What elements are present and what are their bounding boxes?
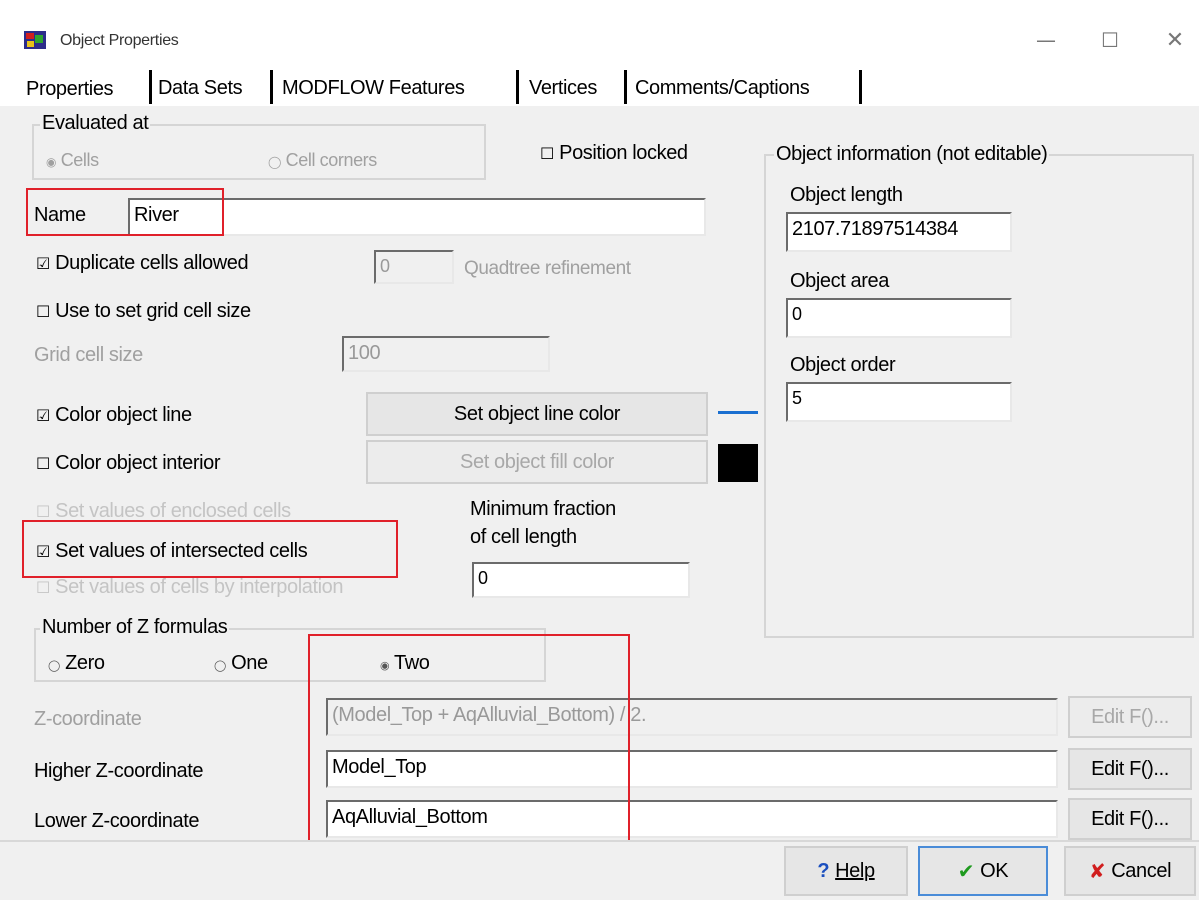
checkbox-unchecked-icon: ☐	[36, 502, 50, 521]
color-interior-checkbox[interactable]: ☐ Color object interior	[36, 452, 221, 475]
ok-label: OK	[980, 859, 1009, 882]
evaluated-at-title: Evaluated at	[40, 112, 151, 135]
close-button[interactable]: ✕	[1145, 22, 1199, 58]
highlight-box-intersected	[22, 520, 398, 578]
tab-divider	[624, 70, 627, 104]
radio-zero[interactable]: ◯ Zero	[48, 652, 105, 675]
position-locked-checkbox[interactable]: ☐ Position locked	[540, 142, 688, 165]
grid-cell-size-input[interactable]: 100	[342, 336, 550, 372]
object-area-label: Object area	[790, 270, 889, 292]
tab-divider	[859, 70, 862, 104]
radio-selected-icon: ◉	[46, 155, 57, 169]
lower-z-label: Lower Z-coordinate	[34, 810, 200, 832]
help-button[interactable]: ? Help	[784, 846, 908, 896]
grid-cell-size-label: Grid cell size	[34, 344, 143, 366]
tab-comments-captions[interactable]: Comments/Captions	[635, 70, 857, 106]
min-fraction-input[interactable]: 0	[472, 562, 690, 598]
checkbox-checked-icon: ☑	[36, 406, 50, 425]
tab-divider	[516, 70, 519, 104]
tab-vertices[interactable]: Vertices	[529, 70, 621, 106]
radio-unselected-icon: ◯	[268, 155, 282, 169]
z-formulas-title: Number of Z formulas	[40, 616, 230, 639]
quadtree-input[interactable]: 0	[374, 250, 454, 284]
higher-z-label: Higher Z-coordinate	[34, 760, 204, 782]
radio-unselected-icon: ◯	[48, 659, 60, 672]
duplicate-cells-checkbox[interactable]: ☑ Duplicate cells allowed	[36, 252, 249, 275]
highlight-box-z-formulas	[308, 634, 630, 844]
radio-one[interactable]: ◯ One	[214, 652, 268, 675]
object-area-value: 0	[786, 298, 1012, 338]
help-label: Help	[835, 859, 875, 882]
set-fill-color-button[interactable]: Set object fill color	[366, 440, 708, 484]
radio-unselected-icon: ◯	[214, 659, 226, 672]
grid-cell-size-checkbox[interactable]: ☐ Use to set grid cell size	[36, 300, 251, 323]
fill-color-swatch	[718, 444, 758, 482]
highlight-box-name	[26, 188, 224, 236]
line-color-swatch	[718, 411, 758, 414]
object-info-title: Object information (not editable)	[774, 143, 1050, 166]
object-length-value: 2107.71897514384	[786, 212, 1012, 252]
cancel-button[interactable]: ✘ Cancel	[1064, 846, 1196, 896]
interpolation-checkbox[interactable]: ☐ Set values of cells by interpolation	[36, 576, 344, 599]
checkbox-unchecked-icon: ☐	[36, 454, 50, 473]
edit-z-coordinate-button[interactable]: Edit F()...	[1068, 696, 1192, 738]
window-title: Object Properties	[60, 32, 179, 49]
min-fraction-label-2: of cell length	[470, 526, 577, 548]
tab-data-sets[interactable]: Data Sets	[158, 70, 270, 106]
set-line-color-button[interactable]: Set object line color	[366, 392, 708, 436]
ok-button[interactable]: ✔ OK	[918, 846, 1048, 896]
radio-cell-corners[interactable]: ◯ Cell corners	[268, 150, 377, 171]
radio-cells[interactable]: ◉ Cells	[46, 150, 99, 171]
cancel-x-icon: ✘	[1088, 859, 1106, 883]
checkbox-unchecked-icon: ☐	[36, 302, 50, 321]
ok-check-icon: ✔	[957, 859, 975, 883]
tab-modflow-features[interactable]: MODFLOW Features	[282, 70, 514, 106]
edit-lower-z-button[interactable]: Edit F()...	[1068, 798, 1192, 840]
tab-divider	[270, 70, 273, 104]
tab-properties[interactable]: Properties	[26, 70, 148, 106]
checkbox-checked-icon: ☑	[36, 254, 50, 273]
app-icon	[24, 31, 46, 49]
quadtree-label: Quadtree refinement	[464, 258, 631, 279]
minimize-button[interactable]: —	[1016, 22, 1076, 58]
edit-higher-z-button[interactable]: Edit F()...	[1068, 748, 1192, 790]
min-fraction-label-1: Minimum fraction	[470, 498, 616, 520]
object-order-label: Object order	[790, 354, 896, 376]
checkbox-unchecked-icon: ☐	[540, 144, 554, 163]
tab-divider	[149, 70, 152, 104]
maximize-button[interactable]: ☐	[1080, 22, 1140, 58]
checkbox-unchecked-icon: ☐	[36, 578, 50, 597]
z-coordinate-label: Z-coordinate	[34, 708, 142, 730]
cancel-label: Cancel	[1111, 859, 1172, 882]
object-length-label: Object length	[790, 184, 903, 206]
object-order-value: 5	[786, 382, 1012, 422]
color-line-checkbox[interactable]: ☑ Color object line	[36, 404, 192, 427]
help-icon: ?	[817, 859, 830, 882]
